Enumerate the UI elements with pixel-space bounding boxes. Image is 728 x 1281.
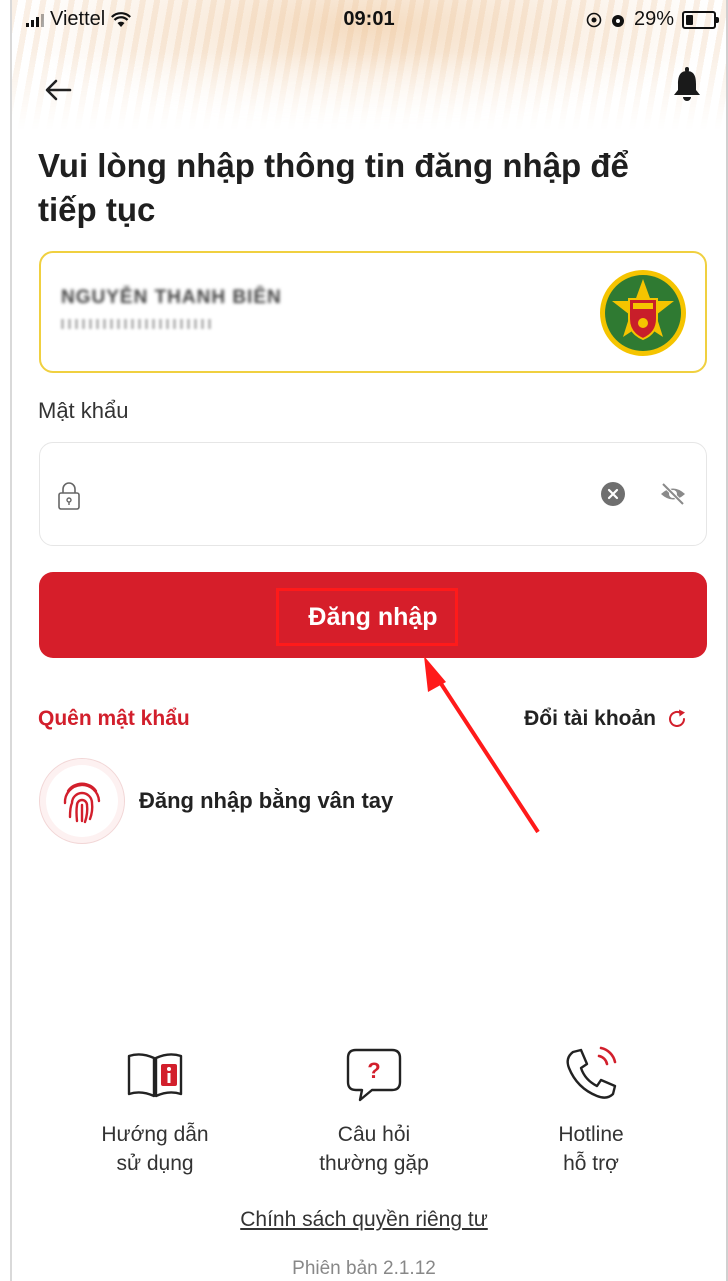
password-label: Mật khẩu xyxy=(38,398,129,423)
forgot-password-link[interactable]: Quên mật khẩu xyxy=(38,707,190,731)
fingerprint-circle xyxy=(39,758,125,844)
battery-icon xyxy=(682,10,719,29)
notification-bell-icon[interactable] xyxy=(672,66,702,102)
phone-icon xyxy=(566,1046,617,1099)
faq-button[interactable]: ? Câu hỏi thường gặp xyxy=(279,1042,469,1178)
clear-input-icon[interactable] xyxy=(600,481,626,507)
screenshot-frame-left xyxy=(0,0,12,1281)
fingerprint-icon xyxy=(63,782,101,824)
page-title: Vui lòng nhập thông tin đăng nhập để tiế… xyxy=(38,147,629,228)
account-name: NGUYỄN THANH BIÊN xyxy=(61,287,282,308)
hotline-button[interactable]: Hotline hỗ trợ xyxy=(496,1042,686,1178)
app-version: Phiên bản 2.1.12 xyxy=(292,1258,436,1279)
hotline-line2: hỗ trợ xyxy=(563,1152,619,1175)
book-info-icon xyxy=(127,1053,183,1098)
refresh-icon xyxy=(669,709,685,727)
police-badge-icon xyxy=(600,270,686,356)
hide-password-eye-icon[interactable] xyxy=(658,479,688,509)
fingerprint-login-button[interactable]: Đăng nhập bằng vân tay xyxy=(39,758,393,844)
faq-line1: Câu hỏi xyxy=(337,1123,411,1146)
faq-line2: thường gặp xyxy=(319,1152,429,1175)
switch-account-button[interactable]: Đổi tài khoản xyxy=(524,707,688,731)
user-guide-line1: Hướng dẫn xyxy=(101,1123,209,1146)
hotline-line1: Hotline xyxy=(558,1123,624,1146)
status-right-group: 29% xyxy=(586,8,719,31)
fingerprint-login-label: Đăng nhập bằng vân tay xyxy=(139,788,394,813)
back-arrow-icon[interactable] xyxy=(40,72,76,108)
account-detail-redacted xyxy=(61,319,211,329)
location-icon xyxy=(586,12,602,27)
user-guide-line2: sử dụng xyxy=(116,1152,194,1175)
status-bar: Viettel 09:01 29% xyxy=(12,0,726,40)
alarm-icon xyxy=(611,14,624,27)
account-card[interactable]: NGUYỄN THANH BIÊN xyxy=(39,251,707,373)
battery-percent: 29% xyxy=(633,8,674,30)
svg-text:?: ? xyxy=(367,1058,380,1083)
annotation-highlight-box xyxy=(276,588,458,646)
switch-account-label: Đổi tài khoản xyxy=(524,707,656,730)
user-guide-button[interactable]: Hướng dẫn sử dụng xyxy=(60,1042,250,1178)
faq-bubble-icon: ? xyxy=(346,1048,402,1102)
privacy-policy-link[interactable]: Chính sách quyền riêng tư xyxy=(0,1208,728,1232)
password-field[interactable] xyxy=(39,442,707,546)
lock-icon xyxy=(58,482,80,510)
